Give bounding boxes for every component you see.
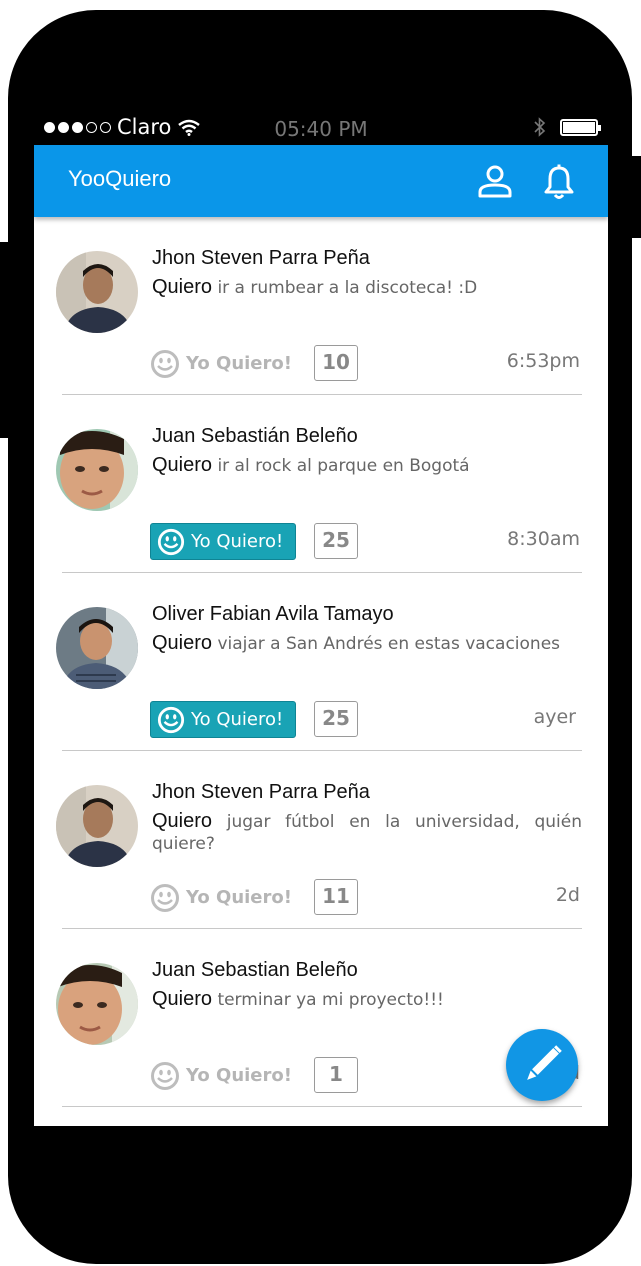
yo-quiero-button[interactable]: Yo Quiero! [150,345,296,382]
status-right [534,117,601,137]
yo-quiero-label: Yo Quiero! [191,709,284,730]
user-name[interactable]: Jhon Steven Parra Peña [152,781,370,804]
post-time: 2d [555,884,580,906]
side-button-right [630,156,641,238]
post-verb: Quiero [152,988,213,1010]
status-time: 05:40 PM [274,117,368,141]
post-text: Quiero jugar fútbol en la universidad, q… [152,810,582,855]
feed-list: Jhon Steven Parra Peña Quiero ir a rumbe… [34,217,608,1107]
smiley-icon [151,883,179,912]
app-bar: YooQuiero [34,145,608,217]
post-time: 8:30am [507,528,580,550]
smiley-icon [157,528,185,555]
post-body: jugar fútbol en la universidad, quién qu… [152,812,583,854]
post-time: 6:53pm [506,350,580,372]
post-text: Quiero viajar a San Andrés en estas vaca… [152,632,582,655]
post-text: Quiero ir al rock al parque en Bogotá [152,454,582,477]
post-body: terminar ya mi proyecto!!! [217,990,444,1010]
post-verb: Quiero [152,454,213,476]
smiley-icon [151,349,179,378]
bell-icon[interactable] [540,163,578,201]
person-icon[interactable] [476,163,514,201]
user-name[interactable]: Juan Sebastián Beleño [152,425,358,448]
divider [62,1106,582,1107]
app-title: YooQuiero [68,166,172,191]
yo-quiero-button[interactable]: Yo Quiero! [150,879,296,916]
user-name[interactable]: Juan Sebastian Beleño [152,959,358,982]
smiley-icon [157,706,185,733]
avatar[interactable] [56,429,138,511]
post-time: ayer [533,706,576,728]
want-count: 10 [314,345,358,381]
want-count: 1 [314,1057,358,1093]
compose-button[interactable] [506,1029,578,1101]
post-text: Quiero terminar ya mi proyecto!!! [152,988,582,1011]
side-button-left [0,242,10,438]
yo-quiero-label: Yo Quiero! [191,531,284,552]
yo-quiero-label: Yo Quiero! [186,887,292,908]
feed-item: Oliver Fabian Avila Tamayo Quiero viajar… [34,573,608,751]
screen: Claro 05:40 PM YooQuiero Jhon Steven Par… [34,111,608,1126]
post-verb: Quiero [152,810,213,832]
post-text: Quiero ir a rumbear a la discoteca! :D [152,276,582,299]
want-count: 25 [314,523,358,559]
feed-item: Jhon Steven Parra Peña Quiero ir a rumbe… [34,217,608,395]
feed-item: Jhon Steven Parra Peña Quiero jugar fútb… [34,751,608,929]
bluetooth-icon [534,117,546,137]
yo-quiero-label: Yo Quiero! [186,1065,292,1086]
feed-item: Juan Sebastián Beleño Quiero ir al rock … [34,395,608,573]
want-count: 25 [314,701,358,737]
yo-quiero-label: Yo Quiero! [186,353,292,374]
user-name[interactable]: Jhon Steven Parra Peña [152,247,370,270]
post-verb: Quiero [152,276,213,298]
pencil-icon [527,1045,562,1080]
yo-quiero-button[interactable]: Yo Quiero! [150,523,296,560]
post-body: ir a rumbear a la discoteca! :D [217,278,478,298]
status-bar: Claro 05:40 PM [34,111,608,145]
avatar[interactable] [56,607,138,689]
user-name[interactable]: Oliver Fabian Avila Tamayo [152,603,394,626]
post-verb: Quiero [152,632,213,654]
post-body: ir al rock al parque en Bogotá [217,456,470,476]
yo-quiero-button[interactable]: Yo Quiero! [150,701,296,738]
smiley-icon [151,1061,179,1090]
want-count: 11 [314,879,358,915]
post-body: viajar a San Andrés en estas vacaciones [217,634,561,654]
battery-icon [560,118,601,136]
avatar[interactable] [56,963,138,1045]
avatar[interactable] [56,785,138,867]
yo-quiero-button[interactable]: Yo Quiero! [150,1057,296,1094]
avatar[interactable] [56,251,138,333]
